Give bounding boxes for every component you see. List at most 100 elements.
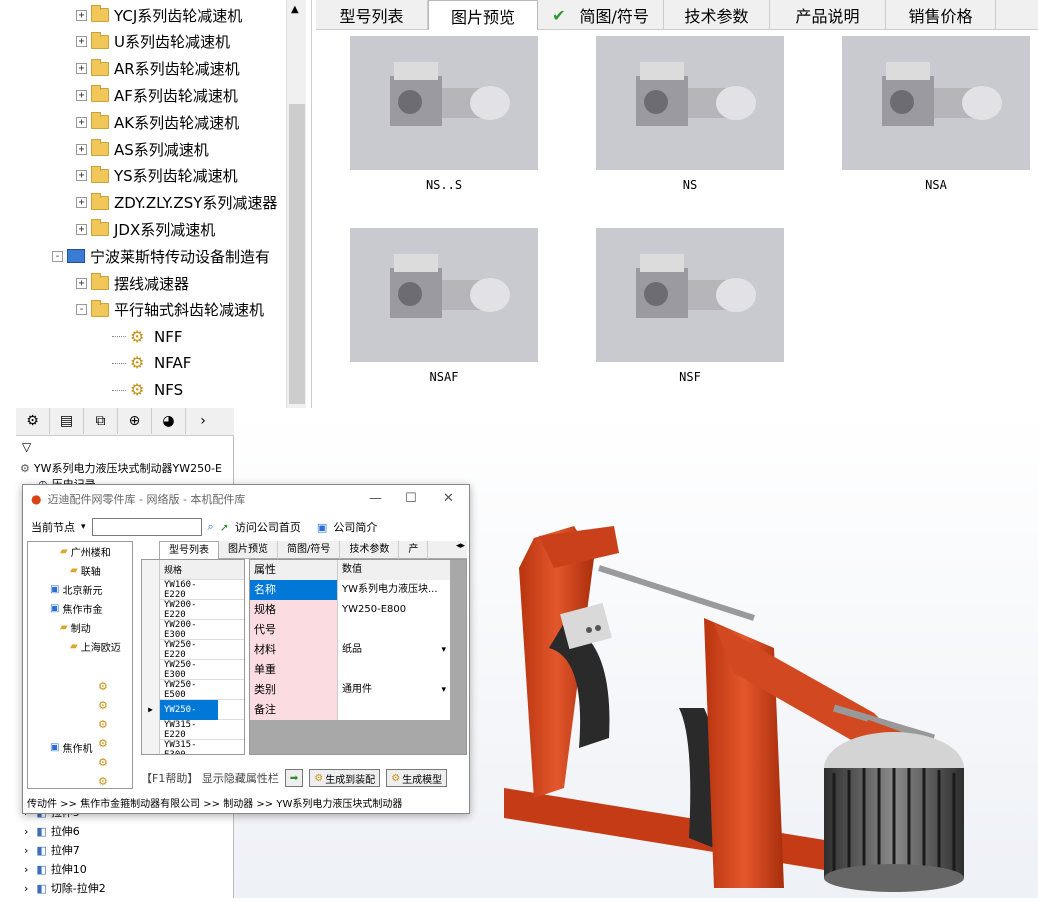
tree-item[interactable]: ⚙ NFF — [112, 324, 182, 350]
tree-item[interactable]: + AS系列减速机 — [76, 136, 209, 162]
tree-item[interactable]: + AR系列齿轮减速机 — [76, 56, 240, 82]
tree-item[interactable]: + YS系列齿轮减速机 — [76, 163, 238, 189]
expander-icon[interactable]: - — [76, 304, 87, 316]
property-value[interactable] — [338, 620, 450, 640]
minimize-icon[interactable]: — — [369, 491, 382, 506]
part-node[interactable]: ⚙ — [98, 775, 108, 788]
dialog-tab[interactable]: 简图/符号 — [278, 541, 341, 559]
feature-item[interactable]: › ◧ 拉伸6 — [24, 823, 80, 839]
expand-icon[interactable]: › — [24, 863, 28, 876]
tree-item[interactable]: + ZDY.ZLY.ZSY系列减速器 — [76, 190, 277, 216]
tab-scroll-icon[interactable]: ◂▸ — [456, 541, 467, 558]
dimxpert-icon[interactable]: ⊕ — [118, 408, 152, 434]
top-tab[interactable]: 产品说明 — [770, 0, 886, 30]
part-node[interactable]: ⚙ — [98, 718, 108, 731]
part-node[interactable]: ⚙ — [98, 680, 108, 693]
feature-item[interactable]: › ◧ 拉伸10 — [24, 861, 87, 877]
tree-item[interactable]: ⚙ NFAF — [112, 350, 191, 376]
tree-item[interactable]: + YCJ系列齿轮减速机 — [76, 2, 242, 28]
preview-image[interactable] — [596, 228, 784, 362]
expand-arrow-icon[interactable]: › — [186, 408, 220, 434]
feature-item[interactable]: › ◧ 切除-拉伸2 — [24, 880, 106, 896]
dialog-titlebar[interactable]: ● 迈迪配件网零件库 - 网络版 - 本机配件库 — [23, 485, 469, 513]
property-value[interactable] — [338, 660, 450, 680]
chevron-down-icon[interactable]: ▾ — [441, 640, 446, 660]
dialog-tab[interactable]: 产 — [399, 541, 429, 559]
tree-item[interactable]: - 宁波莱斯特传动设备制造有 — [52, 243, 270, 269]
dialog-tab[interactable]: 图片预览 — [219, 541, 278, 559]
tree-item[interactable]: - 平行轴式斜齿轮减速机 — [76, 297, 264, 323]
dialog-tree-item[interactable]: ▣ 北京新元 — [50, 582, 102, 597]
property-value[interactable]: YW系列电力液压块... — [338, 580, 450, 600]
tree-item[interactable]: + AF系列齿轮减速机 — [76, 82, 238, 108]
expander-icon[interactable]: + — [76, 170, 87, 182]
expand-icon[interactable]: › — [24, 825, 28, 838]
generate-assembly-button[interactable]: ⚙ 生成到装配 — [309, 769, 381, 787]
dialog-tree-item[interactable]: ▰ 广州楼和 — [60, 544, 111, 559]
property-row[interactable]: 类别 通用件 ▾ — [250, 680, 450, 700]
dialog-tree-item[interactable]: ▰ 联轴 — [70, 563, 101, 578]
expander-icon[interactable]: + — [76, 63, 87, 75]
preview-image[interactable] — [596, 36, 784, 170]
chevron-down-icon[interactable]: ▾ — [81, 522, 86, 532]
preview-image[interactable] — [350, 228, 538, 362]
tree-item[interactable]: + AK系列齿轮减速机 — [76, 109, 239, 135]
expander-icon[interactable]: + — [76, 143, 87, 155]
preview-image[interactable] — [842, 36, 1030, 170]
top-tab[interactable]: 技术参数 — [664, 0, 770, 30]
spec-row[interactable]: YW200-E300 — [142, 619, 244, 640]
node-search-input[interactable] — [91, 518, 202, 536]
chevron-down-icon[interactable]: ▾ — [441, 680, 446, 700]
expander-icon[interactable]: + — [76, 9, 87, 21]
property-row[interactable]: 名称 YW系列电力液压块... — [250, 580, 450, 600]
expander-icon[interactable]: - — [52, 250, 63, 262]
config-manager-icon[interactable]: ⧉ — [84, 408, 118, 434]
display-manager-icon[interactable]: ◕ — [152, 408, 186, 434]
scroll-up-icon[interactable]: ▲ — [291, 4, 299, 15]
spec-row[interactable]: ▶ YW250-E800 — [142, 699, 244, 735]
expander-icon[interactable]: + — [76, 223, 87, 235]
property-manager-icon[interactable]: ▤ — [50, 408, 84, 434]
expander-icon[interactable]: + — [76, 116, 87, 128]
expand-icon[interactable]: › — [24, 844, 28, 857]
spec-row[interactable]: YW315-E220 — [142, 719, 244, 740]
spec-row[interactable]: YW160-E220 — [142, 579, 244, 600]
scrollbar-thumb[interactable] — [289, 104, 305, 404]
part-node[interactable]: ⚙ — [98, 756, 108, 769]
dialog-tree-item[interactable]: ▰ 制动 — [60, 620, 91, 635]
property-row[interactable]: 备注 — [250, 700, 450, 720]
top-tab[interactable]: ✔ 简图/符号 — [538, 0, 664, 30]
filter-icon[interactable]: ▽ — [22, 440, 31, 454]
dialog-tab[interactable]: 技术参数 — [340, 541, 400, 559]
feature-item[interactable]: › ◧ 拉伸7 — [24, 842, 80, 858]
property-row[interactable]: 单重 — [250, 660, 450, 680]
spec-row[interactable]: YW200-E220 — [142, 599, 244, 620]
property-row[interactable]: 代号 — [250, 620, 450, 640]
company-intro-link[interactable]: 公司简介 — [333, 519, 377, 535]
top-tab[interactable]: 型号列表 — [316, 0, 428, 30]
expander-icon[interactable]: + — [76, 36, 87, 48]
feature-tree-icon[interactable]: ⚙ — [16, 408, 50, 434]
expand-icon[interactable]: › — [24, 882, 28, 895]
property-row[interactable]: 材料 纸品 ▾ — [250, 640, 450, 660]
generate-model-button[interactable]: ⚙ 生成模型 — [386, 769, 448, 787]
part-node[interactable]: ⚙ — [98, 737, 108, 750]
expander-icon[interactable]: + — [76, 277, 87, 289]
expander-icon[interactable]: + — [76, 89, 87, 101]
property-value[interactable]: YW250-E800 — [338, 600, 450, 620]
fm-top-item[interactable]: ⚙ YW系列电力液压块式制动器YW250-E — [20, 460, 222, 476]
tree-item[interactable]: + JDX系列减速机 — [76, 216, 215, 242]
property-row[interactable]: 规格 YW250-E800 — [250, 600, 450, 620]
part-node[interactable]: ⚙ — [98, 699, 108, 712]
spec-row[interactable]: YW250-E500 — [142, 679, 244, 700]
property-value[interactable]: 通用件 ▾ — [338, 680, 450, 700]
tree-item[interactable]: ⚙ NFS — [112, 377, 183, 403]
dialog-tree-item[interactable]: ▣ 焦作市金 — [50, 601, 102, 616]
help-text[interactable]: 【F1帮助】 显示隐藏属性栏 — [141, 770, 279, 786]
arrow-button[interactable]: ➡ — [284, 769, 304, 787]
spec-row[interactable]: YW250-E300 — [142, 659, 244, 680]
expander-icon[interactable]: + — [76, 197, 87, 209]
visit-home-link[interactable]: 访问公司首页 — [235, 519, 301, 535]
dialog-tree-item[interactable]: ▣ 焦作机 — [50, 740, 92, 755]
close-icon[interactable]: ✕ — [443, 491, 454, 506]
